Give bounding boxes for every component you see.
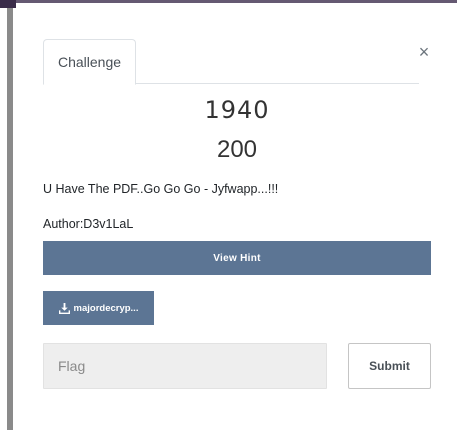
challenge-author: Author:D3v1LaL	[43, 217, 134, 231]
challenge-description: U Have The PDF..Go Go Go - Jyfwapp...!!!	[43, 182, 279, 196]
challenge-value: 200	[216, 136, 258, 163]
download-file-label: majordecryp...	[73, 302, 139, 314]
challenge-name: 1940	[204, 96, 270, 124]
close-icon: ×	[418, 41, 430, 62]
modal-tabs: Challenge	[43, 39, 419, 85]
view-hint-label: View Hint	[213, 252, 261, 264]
submit-label: Submit	[369, 359, 410, 373]
download-file-button[interactable]: majordecryp...	[43, 291, 154, 325]
navbar-edge	[0, 0, 16, 8]
close-button[interactable]: ×	[415, 42, 433, 62]
tab-challenge[interactable]: Challenge	[43, 39, 136, 85]
submit-button[interactable]: Submit	[348, 343, 431, 389]
challenge-modal: Challenge × 1940 200 U Have The PDF..Go …	[13, 8, 457, 430]
navbar-bottom-line	[16, 0, 457, 3]
download-icon	[58, 302, 70, 314]
view-hint-button[interactable]: View Hint	[43, 241, 431, 275]
flag-input[interactable]	[43, 343, 327, 389]
tab-challenge-label: Challenge	[57, 54, 122, 70]
page-top-strip	[0, 0, 457, 8]
